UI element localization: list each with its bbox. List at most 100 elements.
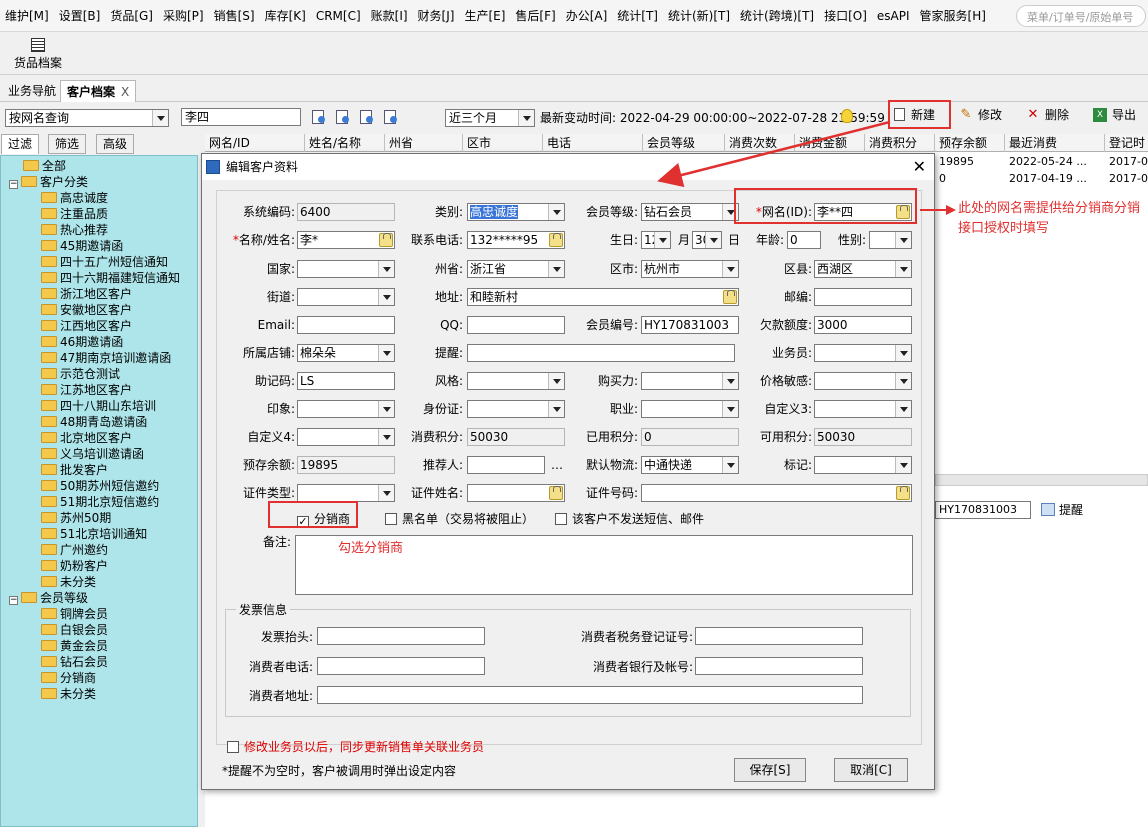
- menu-item[interactable]: CRM[C]: [311, 0, 366, 32]
- gender-select[interactable]: [869, 231, 912, 249]
- column-header[interactable]: 最近消费: [1005, 134, 1105, 152]
- age-field[interactable]: 0: [787, 231, 821, 249]
- city-select[interactable]: 杭州市: [641, 260, 739, 278]
- shop-select[interactable]: 棉朵朵: [297, 344, 395, 362]
- menu-item[interactable]: 生产[E]: [459, 0, 510, 32]
- period-select[interactable]: 近三个月: [445, 109, 535, 127]
- horizontal-scrollbar[interactable]: [935, 474, 1148, 486]
- tree-node-category[interactable]: 四十五广州短信通知: [41, 254, 168, 270]
- mnemonic-field[interactable]: LS: [297, 372, 395, 390]
- tree-node-level[interactable]: 铜牌会员: [41, 606, 108, 622]
- invoice-tax-no-field[interactable]: [695, 627, 863, 645]
- name-field[interactable]: 李*: [297, 231, 395, 249]
- tab-filter[interactable]: 过滤: [1, 134, 40, 154]
- tree-node-category[interactable]: 50期苏州短信邀约: [41, 478, 159, 494]
- phone-field[interactable]: 132*****95: [467, 231, 565, 249]
- cert-name-field[interactable]: [467, 484, 565, 502]
- tree-node-category[interactable]: 四十六期福建短信通知: [41, 270, 180, 286]
- tree-node-category[interactable]: 奶粉客户: [41, 558, 108, 574]
- tree-node-category[interactable]: 51期北京短信邀约: [41, 494, 159, 510]
- column-header[interactable]: 电话: [543, 134, 643, 152]
- edit-button[interactable]: ✎ 修改: [956, 104, 1002, 128]
- tree-node-category[interactable]: 热心推荐: [41, 222, 108, 238]
- impression-select[interactable]: [297, 400, 395, 418]
- edit-doc-icon[interactable]: [358, 109, 374, 125]
- category-select[interactable]: 高忠诚度: [467, 203, 565, 221]
- menu-search-input[interactable]: 菜单/订单号/原始单号: [1016, 5, 1146, 27]
- invoice-title-field[interactable]: [317, 627, 485, 645]
- tree-node-category[interactable]: 47期南京培训邀请函: [41, 350, 171, 366]
- tree-node-category[interactable]: 48期青岛邀请函: [41, 414, 147, 430]
- menu-item[interactable]: 统计(新)[T]: [663, 0, 735, 32]
- delete-button[interactable]: ✕ 删除: [1023, 104, 1069, 128]
- logistics-select[interactable]: 中通快递: [641, 456, 739, 474]
- custom3-select[interactable]: [814, 400, 912, 418]
- tree-node-level[interactable]: 未分类: [41, 686, 96, 702]
- menu-item[interactable]: 维护[M]: [0, 0, 54, 32]
- menu-item[interactable]: 统计[T]: [612, 0, 663, 32]
- add-doc-icon[interactable]: [334, 109, 350, 125]
- lock-icon[interactable]: [549, 486, 563, 500]
- no-sms-checkbox[interactable]: 该客户不发送短信、邮件: [555, 510, 704, 528]
- custom4-select[interactable]: [297, 428, 395, 446]
- referrer-more-button[interactable]: …: [551, 456, 563, 474]
- tree-node-category[interactable]: 51北京培训通知: [41, 526, 147, 542]
- column-header[interactable]: 登记时: [1105, 134, 1148, 152]
- birth-day-select[interactable]: 30: [692, 231, 722, 249]
- tree-node-category[interactable]: 安徽地区客户: [41, 302, 132, 318]
- column-header[interactable]: 区市: [463, 134, 543, 152]
- menu-item[interactable]: 设置[B]: [54, 0, 106, 32]
- email-field[interactable]: [297, 316, 395, 334]
- menu-item[interactable]: 售后[F]: [510, 0, 560, 32]
- cert-no-field[interactable]: [641, 484, 912, 502]
- menu-item[interactable]: 接口[O]: [819, 0, 872, 32]
- tab-close-icon[interactable]: X: [121, 85, 129, 99]
- collapse-icon[interactable]: −: [9, 180, 18, 189]
- tree-node-category[interactable]: 北京地区客户: [41, 430, 132, 446]
- query-type-select[interactable]: 按网名查询: [5, 109, 169, 127]
- column-header[interactable]: 网名/ID: [205, 134, 305, 152]
- menu-item[interactable]: 货品[G]: [105, 0, 158, 32]
- tree-node-all[interactable]: 全部: [23, 158, 66, 174]
- search-doc-icon[interactable]: [310, 109, 326, 125]
- invoice-phone-field[interactable]: [317, 657, 485, 675]
- remind-field[interactable]: [467, 344, 735, 362]
- member-level-select[interactable]: 钻石会员: [641, 203, 739, 221]
- mark-select[interactable]: [814, 456, 912, 474]
- tree-node-category[interactable]: 45期邀请函: [41, 238, 123, 254]
- tree-node-member-level[interactable]: − 会员等级: [9, 590, 88, 606]
- tree-node-category[interactable]: 江西地区客户: [41, 318, 132, 334]
- tree-node-category[interactable]: 浙江地区客户: [41, 286, 132, 302]
- goods-archive-button[interactable]: 货品档案: [10, 36, 66, 72]
- tree-node-category[interactable]: 注重品质: [41, 206, 108, 222]
- tree-node-level[interactable]: 白银会员: [41, 622, 108, 638]
- referrer-field[interactable]: [467, 456, 545, 474]
- cancel-button[interactable]: 取消[C]: [834, 758, 908, 782]
- tree-node-category[interactable]: 示范仓测试: [41, 366, 120, 382]
- lock-icon[interactable]: [723, 290, 737, 304]
- remind-button[interactable]: 提醒: [1039, 500, 1083, 520]
- export-button[interactable]: X 导出: [1090, 104, 1136, 128]
- menu-item[interactable]: 采购[P]: [158, 0, 209, 32]
- country-select[interactable]: [297, 260, 395, 278]
- lock-icon[interactable]: [549, 233, 563, 247]
- tree-node-customer-category[interactable]: − 客户分类: [9, 174, 88, 190]
- lock-icon[interactable]: [896, 486, 910, 500]
- tree-node-level[interactable]: 分销商: [41, 670, 96, 686]
- menu-item[interactable]: 账款[I]: [366, 0, 413, 32]
- tab-screen[interactable]: 筛选: [48, 134, 87, 154]
- column-header[interactable]: 州省: [385, 134, 463, 152]
- column-header[interactable]: 姓名/名称: [305, 134, 385, 152]
- invoice-bank-field[interactable]: [695, 657, 863, 675]
- collapse-icon[interactable]: −: [9, 596, 18, 605]
- price-sensitivity-select[interactable]: [814, 372, 912, 390]
- id-card-select[interactable]: [467, 400, 565, 418]
- menu-item[interactable]: 财务[J]: [413, 0, 460, 32]
- clear-doc-icon[interactable]: [382, 109, 398, 125]
- close-icon[interactable]: ✕: [913, 156, 926, 178]
- menu-item[interactable]: 库存[K]: [260, 0, 311, 32]
- tab-advanced[interactable]: 高级: [96, 134, 135, 154]
- tree-node-level[interactable]: 黄金会员: [41, 638, 108, 654]
- menu-item[interactable]: 统计(跨境)[T]: [735, 0, 819, 32]
- column-header[interactable]: 预存余额: [935, 134, 1005, 152]
